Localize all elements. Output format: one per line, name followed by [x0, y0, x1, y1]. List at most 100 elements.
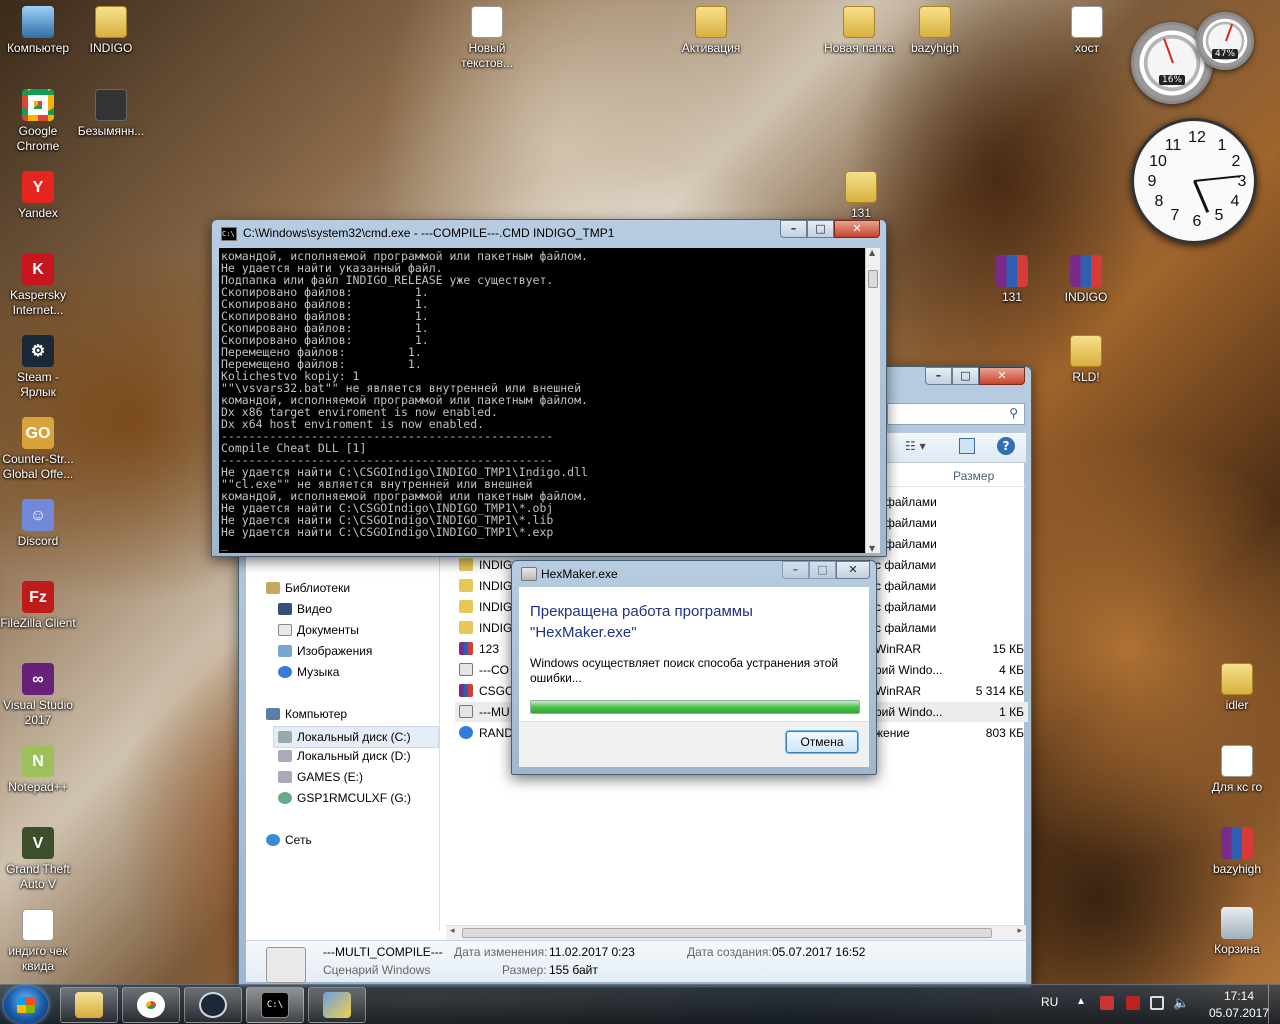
nav-item-drive-c[interactable]: Локальный диск (C:)	[273, 726, 439, 748]
cmd-vertical-scrollbar[interactable]: ▲ ▼	[865, 248, 880, 553]
desktop-icon-host[interactable]: хост	[1049, 6, 1125, 56]
file-name: RAND	[479, 726, 514, 740]
search-input[interactable]: ⚲	[887, 403, 1025, 425]
winrar-icon	[459, 684, 473, 697]
desktop-icon-indigo-folder[interactable]: INDIGO	[73, 6, 149, 56]
scrollbar-thumb[interactable]	[462, 928, 992, 938]
desktop-icon-label: Steam - Ярлык	[16, 370, 59, 399]
desktop-icon-computer[interactable]: Компьютер	[0, 6, 76, 56]
nav-item-drive-d[interactable]: Локальный диск (D:)	[278, 749, 411, 763]
desktop-icon-bazyhigh-top[interactable]: bazyhigh	[897, 6, 973, 56]
details-created-label: Дата создания:	[687, 945, 772, 959]
desktop-icon-new-text[interactable]: Новый текстов...	[449, 6, 525, 71]
show-desktop-button[interactable]	[1268, 985, 1280, 1024]
desktop-icon-label: Новый текстов...	[461, 41, 513, 70]
desktop-icon-label: Yandex	[18, 206, 58, 220]
nav-item-network[interactable]: Сеть	[266, 833, 312, 847]
clock-gadget[interactable]: 12 1 2 3 4 5 6 7 8 9 10 11	[1131, 118, 1257, 244]
action-center-icon[interactable]	[1150, 996, 1164, 1010]
help-icon[interactable]: ?	[997, 437, 1015, 455]
memory-gauge-needle	[1225, 24, 1233, 42]
error-dialog[interactable]: HexMaker.exe – □ ✕ Прекращена работа про…	[511, 560, 877, 775]
hexmaker-icon	[323, 992, 351, 1018]
nav-item-computer[interactable]: Компьютер	[266, 707, 347, 721]
close-button[interactable]: ✕	[979, 367, 1025, 385]
horizontal-scrollbar[interactable]: ◂ ▸	[446, 925, 1026, 940]
folder-icon	[1221, 663, 1253, 695]
cancel-button[interactable]: Отмена	[786, 731, 858, 753]
taskbar-chrome[interactable]	[122, 987, 180, 1023]
desktop-icon-notepadpp[interactable]: N Notepad++	[0, 745, 76, 795]
close-button[interactable]: ✕	[836, 561, 870, 579]
nav-item-music[interactable]: Музыка	[278, 665, 339, 679]
desktop-icon-kaspersky[interactable]: K Kaspersky Internet...	[0, 253, 76, 318]
file-type: файлами	[885, 495, 937, 509]
show-hidden-icons-icon[interactable]: ▲	[1076, 996, 1086, 1007]
desktop-icon-indigo-check[interactable]: индиго чек квида	[0, 909, 76, 974]
antivirus-icon[interactable]	[1126, 996, 1140, 1010]
scroll-down-icon[interactable]: ▼	[869, 544, 875, 553]
nav-item-label: Библиотеки	[285, 581, 351, 595]
desktop-icon-for-csgo[interactable]: Для кс го	[1199, 745, 1275, 795]
cmd-window[interactable]: C:\ C:\Windows\system32\cmd.exe - ---COM…	[211, 219, 887, 557]
minimize-button[interactable]: –	[925, 367, 952, 385]
memory-gauge-gadget[interactable]: 47%	[1196, 12, 1254, 70]
taskbar-cmd[interactable]: C:\	[246, 987, 304, 1023]
desktop-icon-steam[interactable]: ⚙ Steam - Ярлык	[0, 335, 76, 400]
clock-time[interactable]: 17:14	[1211, 989, 1267, 1003]
column-header-size[interactable]: Размер	[953, 469, 994, 483]
maximize-button[interactable]: □	[807, 220, 834, 238]
nav-item-drive-g[interactable]: GSP1RMCULXF (G:)	[278, 791, 411, 805]
pictures-icon	[278, 645, 292, 657]
language-indicator[interactable]: RU	[1041, 995, 1058, 1009]
taskbar-steam[interactable]	[184, 987, 242, 1023]
preview-pane-icon[interactable]	[959, 438, 975, 454]
scrollbar-thumb[interactable]	[868, 270, 878, 288]
desktop-icon-label: Visual Studio 2017	[3, 698, 73, 727]
desktop-icon-label: bazyhigh	[1212, 862, 1262, 876]
desktop-icon-rld[interactable]: RLD!	[1048, 335, 1124, 385]
cmd-console[interactable]: командой, исполняемой программой или пак…	[219, 248, 865, 553]
dialog-title: HexMaker.exe	[541, 567, 618, 581]
discord-icon: ☺	[22, 499, 54, 531]
taskbar-hexmaker[interactable]	[308, 987, 366, 1023]
maximize-button[interactable]: □	[952, 367, 979, 385]
minimize-button[interactable]: –	[780, 220, 807, 238]
volume-icon[interactable]: 🔈	[1173, 995, 1189, 1011]
desktop-icon-filezilla[interactable]: Fz FileZilla Client	[0, 581, 76, 631]
start-button[interactable]	[4, 986, 48, 1024]
nav-item-documents[interactable]: Документы	[278, 623, 359, 637]
desktop-icon-visual-studio[interactable]: ∞ Visual Studio 2017	[0, 663, 76, 728]
scroll-right-icon[interactable]: ▸	[1017, 926, 1022, 936]
scroll-up-icon[interactable]: ▲	[869, 248, 875, 257]
nav-item-pictures[interactable]: Изображения	[278, 644, 372, 658]
scroll-left-icon[interactable]: ◂	[450, 926, 455, 936]
flag-warning-icon[interactable]	[1100, 996, 1114, 1010]
desktop-icon-131-folder[interactable]: 131	[823, 171, 899, 221]
desktop-icon-activation[interactable]: Активация	[673, 6, 749, 56]
dialog-footer: Отмена	[519, 721, 869, 767]
progress-fill	[531, 701, 859, 713]
desktop-icon-recycle-bin[interactable]: Корзина	[1199, 907, 1275, 957]
desktop-icon-yandex[interactable]: Y Yandex	[0, 171, 76, 221]
desktop-icon-discord[interactable]: ☺ Discord	[0, 499, 76, 549]
desktop-icon-new-folder[interactable]: Новая папка	[821, 6, 897, 56]
nav-item-video[interactable]: Видео	[278, 602, 332, 616]
nav-item-libraries[interactable]: Библиотеки	[266, 581, 350, 595]
clock-date[interactable]: 05.07.2017	[1203, 1006, 1275, 1020]
desktop-icon-indigo-archive[interactable]: INDIGO	[1048, 255, 1124, 305]
desktop-icon-chrome[interactable]: Google Chrome	[0, 89, 76, 154]
yandex-icon: Y	[22, 171, 54, 203]
desktop-icon-gta5[interactable]: V Grand Theft Auto V	[0, 827, 76, 892]
desktop-icon-label: Для кс го	[1211, 780, 1263, 794]
nav-item-drive-e[interactable]: GAMES (E:)	[278, 770, 363, 784]
desktop-icon-csgo[interactable]: GO Counter-Str... Global Offe...	[0, 417, 76, 482]
file-type: файлами	[885, 537, 937, 551]
desktop-icon-untitled[interactable]: Безымянн...	[73, 89, 149, 139]
taskbar-explorer[interactable]	[60, 987, 118, 1023]
desktop-icon-131-archive[interactable]: 131	[974, 255, 1050, 305]
close-button[interactable]: ✕	[834, 220, 880, 238]
desktop-icon-bazyhigh-archive[interactable]: bazyhigh	[1199, 827, 1275, 877]
view-options-icon[interactable]: ☷ ▾	[905, 439, 926, 453]
desktop-icon-idler[interactable]: idler	[1199, 663, 1275, 713]
